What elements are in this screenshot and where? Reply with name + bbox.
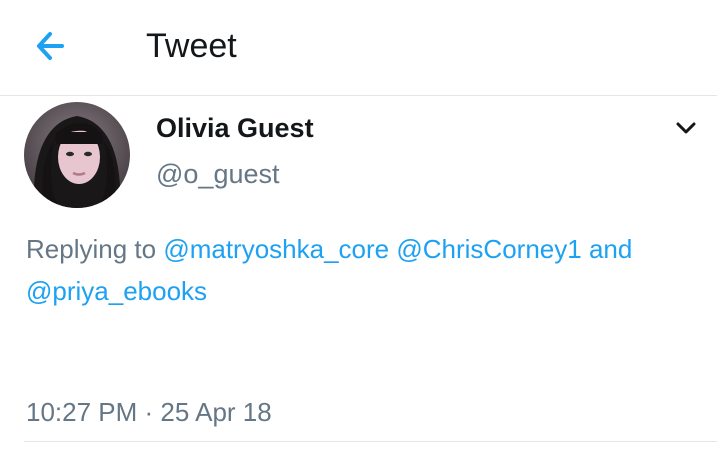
top-app-bar: Tweet [0, 0, 717, 96]
tweet-detail-screen: Tweet Olivia Guest @o_guest Replying to … [0, 0, 717, 462]
tweet-menu-button[interactable] [668, 112, 704, 144]
tweet-timestamp: 10:27 PM · 25 Apr 18 [26, 397, 272, 427]
author-handle[interactable]: @o_guest [156, 156, 280, 192]
replying-to-label: Replying to [26, 234, 157, 264]
page-title: Tweet [146, 27, 237, 65]
author-name[interactable]: Olivia Guest [156, 110, 314, 146]
replying-to-line: Replying to @matryoshka_core @ChrisCorne… [26, 228, 696, 312]
mention-link[interactable]: @matryoshka_core [163, 234, 389, 264]
avatar-photo [24, 102, 130, 208]
back-button[interactable] [22, 22, 78, 70]
mention-link[interactable]: @ChrisCorney1 [396, 234, 581, 264]
mention-joiner[interactable]: and [589, 234, 632, 264]
chevron-down-icon [676, 122, 696, 134]
arrow-left-icon [37, 32, 64, 60]
avatar[interactable] [24, 102, 130, 208]
mention-link[interactable]: @priya_ebooks [26, 276, 207, 306]
divider [24, 441, 717, 442]
